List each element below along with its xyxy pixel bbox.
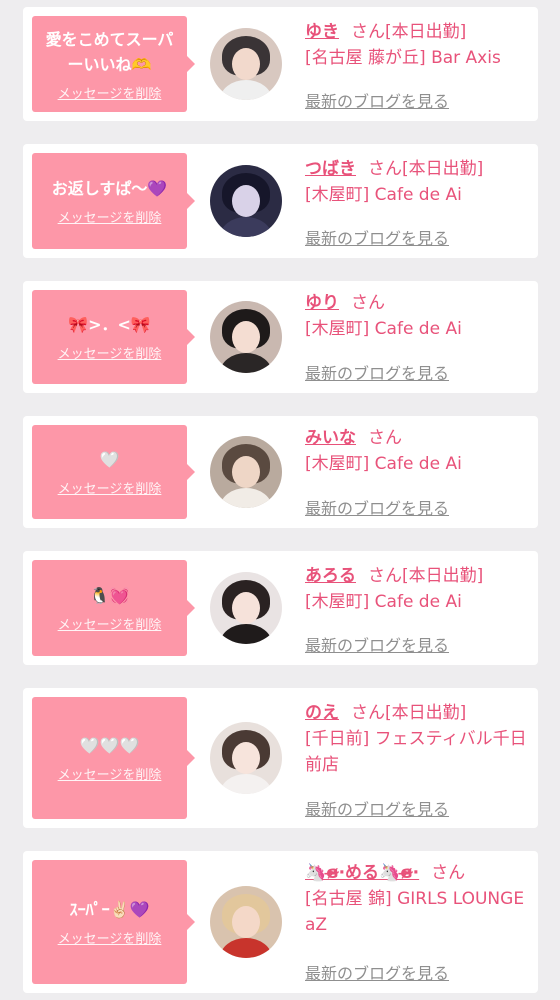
delete-message-link[interactable]: メッセージを削除 [58,614,162,633]
shop-name: [木屋町] Cafe de Ai [305,319,462,339]
honorific: さん [368,428,402,448]
message-card: 愛をこめてスーパ ーいいね🫶 メッセージを削除 ゆき さん[本日出勤] [名古屋 … [23,7,538,121]
avatar[interactable] [210,436,282,508]
message-bubble: 🤍🤍🤍 メッセージを削除 [32,697,195,819]
message-bubble: 🤍 メッセージを削除 [32,425,195,519]
shop-name: [木屋町] Cafe de Ai [305,185,462,205]
message-bubble: お返しすぱ〜💜 メッセージを削除 [32,153,195,249]
message-card: 🤍 メッセージを削除 みいな さん [木屋町] Cafe de Ai 最新のブログ… [23,416,538,528]
message-card: 🐧💓 メッセージを削除 あろる さん[本日出勤] [木屋町] Cafe de Ai… [23,551,538,665]
honorific: さん [351,703,385,723]
cast-name-link[interactable]: ゆり [305,293,339,313]
shop-name: [名古屋 藤が丘] Bar Axis [305,48,501,68]
shop-name: [千日前] フェスティバル千日前店 [305,729,527,775]
delete-message-link[interactable]: メッセージを削除 [58,207,162,226]
blog-link[interactable]: 最新のブログを見る [305,225,449,249]
avatar[interactable] [210,722,282,794]
message-bubble: 🎀>．<🎀 メッセージを削除 [32,290,195,384]
cast-name-link[interactable]: みいな [305,428,356,448]
blog-link[interactable]: 最新のブログを見る [305,360,449,384]
shop-name: [木屋町] Cafe de Ai [305,592,462,612]
cast-name-link[interactable]: つばき [305,159,356,179]
avatar[interactable] [210,886,282,958]
status-badge: [本日出勤] [385,703,467,723]
message-text: お返しすぱ〜💜 [51,179,168,198]
status-badge: [本日出勤] [385,22,467,42]
delete-message-link[interactable]: メッセージを削除 [58,928,162,947]
blog-link[interactable]: 最新のブログを見る [305,632,449,656]
blog-link[interactable]: 最新のブログを見る [305,960,449,984]
delete-message-link[interactable]: メッセージを削除 [58,343,162,362]
honorific: さん [368,566,402,586]
message-text: 🐧💓 [89,586,130,605]
blog-link[interactable]: 最新のブログを見る [305,796,449,820]
status-badge: [本日出勤] [402,159,484,179]
message-bubble: ｽｰﾊﾟｰ✌🏻💜 メッセージを削除 [32,860,195,984]
message-card: 🎀>．<🎀 メッセージを削除 ゆり さん [木屋町] Cafe de Ai 最新の… [23,281,538,393]
message-bubble: 愛をこめてスーパ ーいいね🫶 メッセージを削除 [32,16,195,112]
avatar[interactable] [210,572,282,644]
blog-link[interactable]: 最新のブログを見る [305,88,449,112]
shop-name: [名古屋 錦] GIRLS LOUNGE aZ [305,889,525,935]
cast-name-link[interactable]: あろる [305,566,356,586]
blog-link[interactable]: 最新のブログを見る [305,495,449,519]
cast-name-link[interactable]: 🦄ɞ̴̶̷·める🦄ɞ̴̶̷· [305,863,419,883]
shop-name: [木屋町] Cafe de Ai [305,454,462,474]
honorific: さん [351,22,385,42]
message-text: 🤍🤍🤍 [79,736,140,755]
avatar[interactable] [210,28,282,100]
cast-name-link[interactable]: ゆき [305,22,339,42]
message-text: 🎀>．<🎀 [68,315,151,334]
message-text: 🤍 [99,450,120,469]
honorific: さん [368,159,402,179]
message-card: お返しすぱ〜💜 メッセージを削除 つばき さん[本日出勤] [木屋町] Cafe … [23,144,538,258]
avatar[interactable] [210,165,282,237]
delete-message-link[interactable]: メッセージを削除 [58,83,162,102]
honorific: さん [431,863,466,883]
message-card: 🤍🤍🤍 メッセージを削除 のえ さん[本日出勤] [千日前] フェスティバル千日前… [23,688,538,828]
message-text: 愛をこめてスーパ ーいいね🫶 [45,29,174,74]
message-card: ｽｰﾊﾟｰ✌🏻💜 メッセージを削除 🦄ɞ̴̶̷·める🦄ɞ̴̶̷· さん [名古屋 … [23,851,538,993]
honorific: さん [351,293,385,313]
status-badge: [本日出勤] [402,566,484,586]
cast-name-link[interactable]: のえ [305,703,339,723]
avatar[interactable] [210,301,282,373]
message-text: ｽｰﾊﾟｰ✌🏻💜 [69,900,150,919]
delete-message-link[interactable]: メッセージを削除 [58,478,162,497]
delete-message-link[interactable]: メッセージを削除 [58,764,162,783]
message-bubble: 🐧💓 メッセージを削除 [32,560,195,656]
